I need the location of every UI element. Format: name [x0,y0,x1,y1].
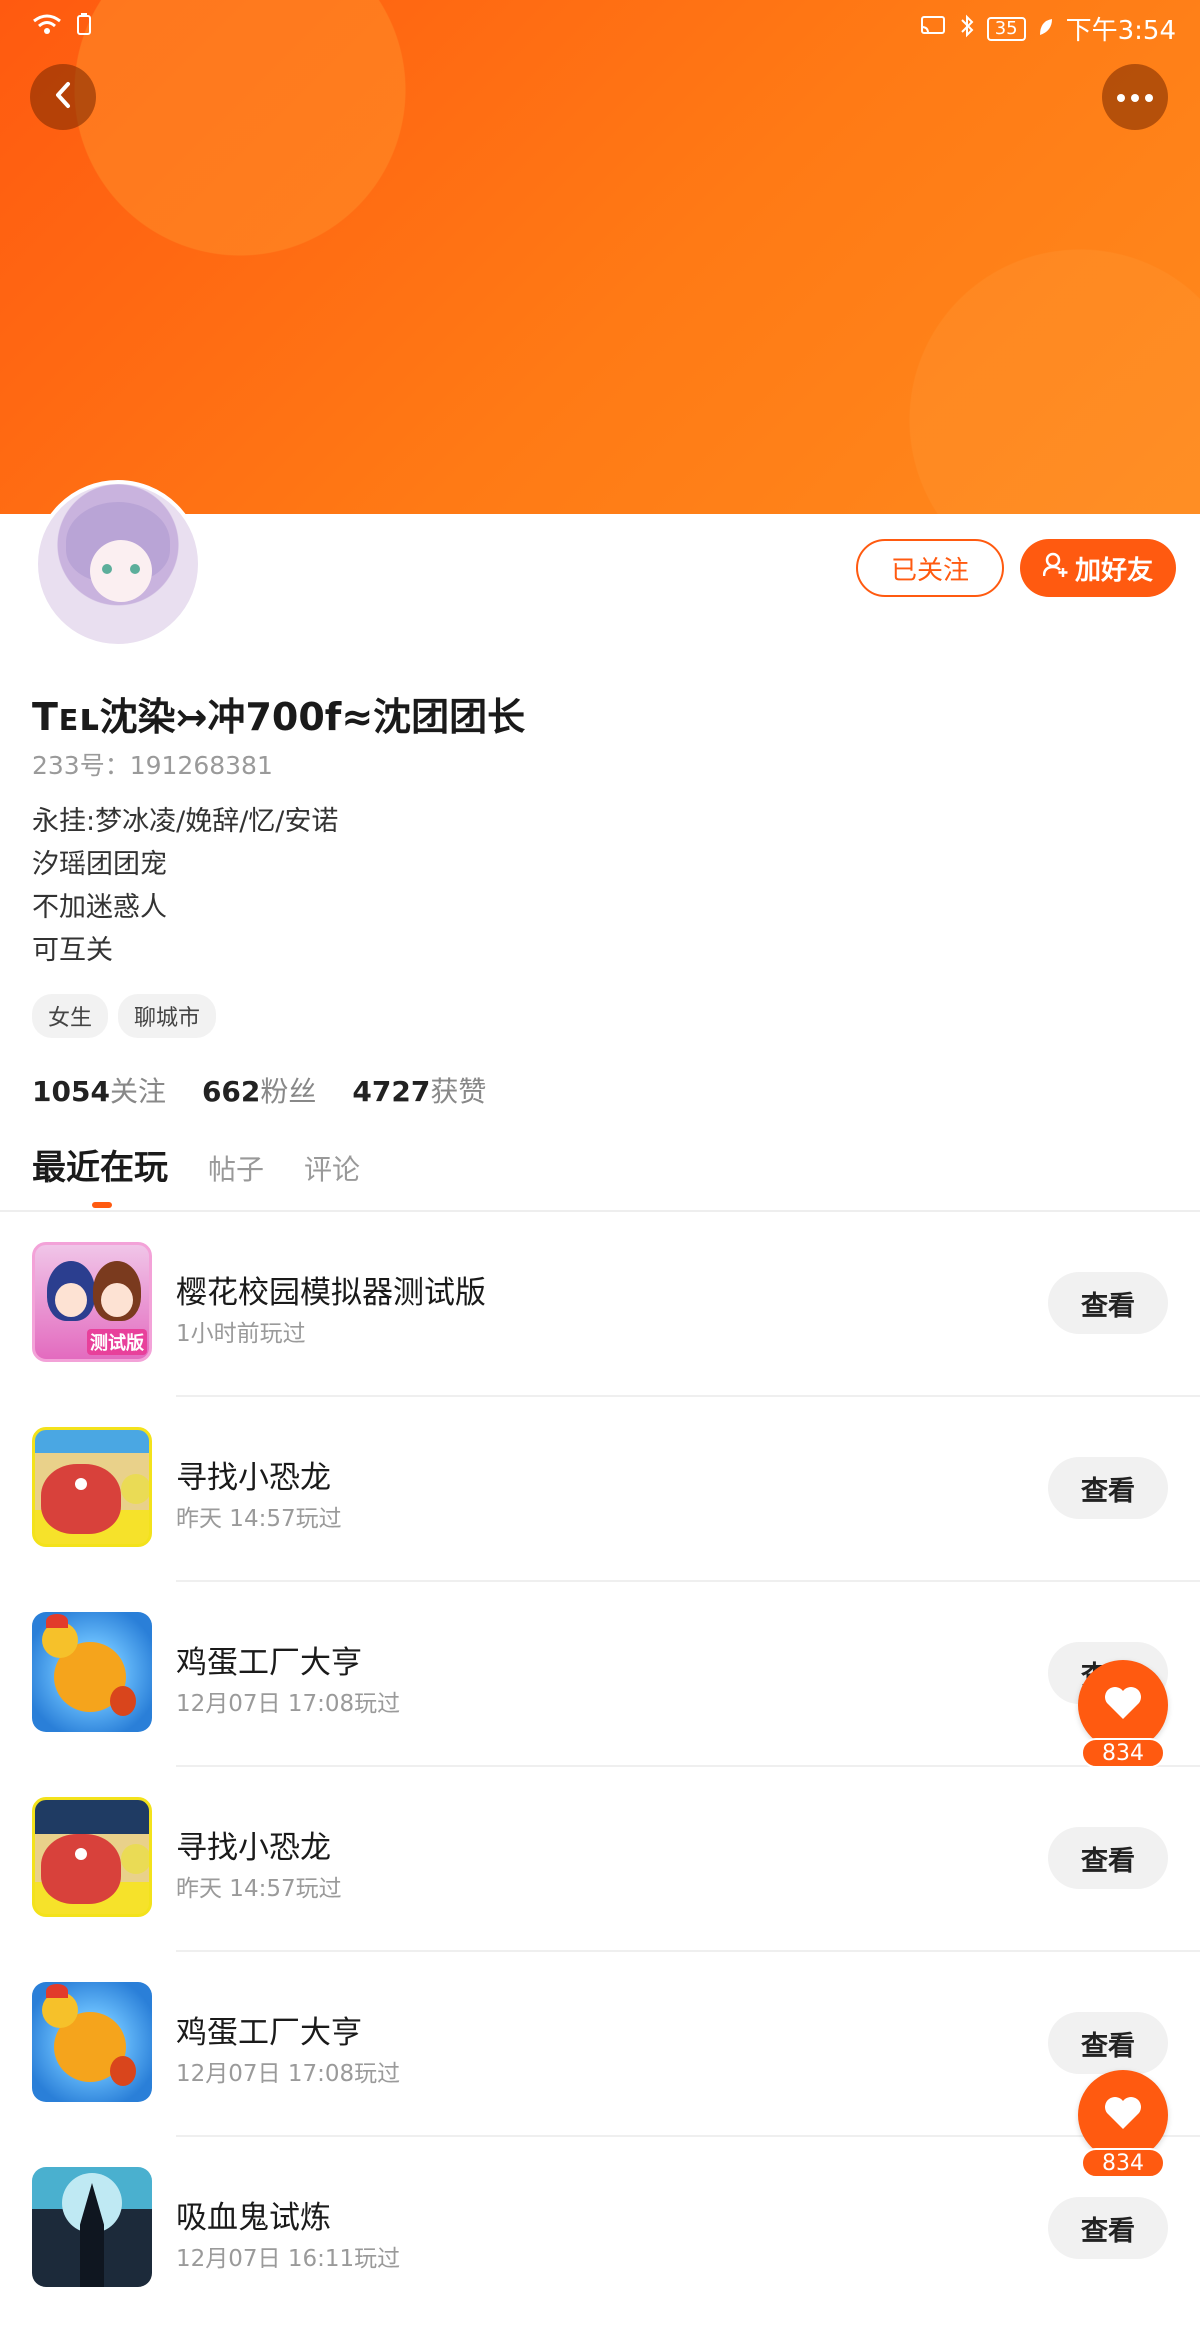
tab-bar: 最近在玩 帖子 评论 [32,1140,360,1208]
more-button[interactable] [1102,64,1168,130]
game-name: 鸡蛋工厂大亨 [176,1645,362,1681]
dino-icon [32,1427,152,1547]
game-played-time: 昨天 14:57玩过 [176,1506,342,1532]
view-button[interactable]: 查看 [1048,2197,1168,2259]
user-id: 233号：191268381 [32,751,273,780]
tab-recent-games[interactable]: 最近在玩 [32,1140,168,1208]
add-person-icon [1042,552,1069,585]
avatar[interactable] [34,480,202,648]
like-button[interactable] [1078,1660,1168,1750]
back-button[interactable] [30,64,96,130]
list-item[interactable]: 寻找小恐龙 昨天 14:57玩过 查看 [0,1397,1200,1582]
game-played-time: 12月07日 17:08玩过 [176,1691,401,1717]
leaf-icon [1038,15,1054,43]
wifi-icon [32,13,62,41]
game-played-time: 1小时前玩过 [176,1321,306,1347]
stats-row: 1054关注 662粉丝 4727获赞 [32,1070,486,1110]
game-name: 吸血鬼试炼 [176,2200,331,2236]
game-name: 寻找小恐龙 [176,1460,331,1496]
username: Tᴇʟ沈染↣冲700f≈沈团团长 [32,695,526,739]
add-friend-button[interactable]: 加好友 [1020,539,1176,597]
list-item[interactable]: 寻找小恐龙 昨天 14:57玩过 查看 [0,1767,1200,1952]
add-friend-label: 加好友 [1074,555,1153,586]
tag-gender: 女生 [32,994,109,1038]
vampire-icon [32,2167,152,2287]
status-time: 下午3:54 [1065,16,1176,46]
stat-likes[interactable]: 4727获赞 [352,1070,486,1110]
game-list: 测试版 樱花校园模拟器测试版 1小时前玩过 查看 寻找小恐龙 昨天 14:57玩… [0,1212,1200,2322]
chicken-icon [32,1982,152,2102]
tag-city: 聊城市 [118,994,217,1038]
game-name: 鸡蛋工厂大亨 [176,2015,362,2051]
chicken-icon [32,1612,152,1732]
view-button[interactable]: 查看 [1048,2012,1168,2074]
bio-line: 汐瑶团团宠 [32,849,167,880]
game-name: 寻找小恐龙 [176,1830,331,1866]
list-item[interactable]: 鸡蛋工厂大亨 12月07日 17:08玩过 查看 [0,1952,1200,2137]
bio-line: 不加迷惑人 [32,892,167,923]
like-count: 834 [1081,2148,1165,2178]
game-badge: 测试版 [87,1329,147,1355]
game-played-time: 12月07日 16:11玩过 [176,2246,401,2272]
list-item[interactable]: 鸡蛋工厂大亨 12月07日 17:08玩过 查看 [0,1582,1200,1767]
followed-button[interactable]: 已关注 [856,539,1004,597]
profile-banner [0,0,1200,514]
sakura-school-icon: 测试版 [32,1242,152,1362]
stat-following[interactable]: 1054关注 [32,1070,166,1110]
game-name: 樱花校园模拟器测试版 [176,1275,486,1311]
stat-fans[interactable]: 662粉丝 [202,1070,316,1110]
like-count: 834 [1081,1738,1165,1768]
tab-indicator [92,1202,112,1208]
cast-icon [919,15,947,43]
bluetooth-icon [959,14,975,44]
more-dots-icon [1115,88,1155,107]
bio-line: 永挂:梦冰凌/娩辞/忆/安诺 [32,806,339,837]
game-played-time: 昨天 14:57玩过 [176,1876,342,1902]
like-button[interactable] [1078,2070,1168,2160]
status-bar: 35 下午3:54 [0,0,1200,50]
heart-icon [1103,2095,1143,2135]
heart-icon [1103,1685,1143,1725]
bio: 永挂:梦冰凌/娩辞/忆/安诺 汐瑶团团宠 不加迷惑人 可互关 [32,800,338,972]
bio-line: 可互关 [32,935,113,966]
tab-posts[interactable]: 帖子 [208,1148,264,1188]
list-item[interactable]: 吸血鬼试炼 12月07日 16:11玩过 查看 [0,2137,1200,2322]
dino-icon [32,1797,152,1917]
tab-comments[interactable]: 评论 [304,1148,360,1188]
battery-indicator: 35 [986,16,1026,41]
battery-saver-icon [76,12,92,42]
view-button[interactable]: 查看 [1048,1457,1168,1519]
chevron-left-icon [50,80,76,114]
view-button[interactable]: 查看 [1048,1272,1168,1334]
view-button[interactable]: 查看 [1048,1827,1168,1889]
list-item[interactable]: 测试版 樱花校园模拟器测试版 1小时前玩过 查看 [0,1212,1200,1397]
game-played-time: 12月07日 17:08玩过 [176,2061,401,2087]
tag-list: 女生 聊城市 [32,994,217,1038]
